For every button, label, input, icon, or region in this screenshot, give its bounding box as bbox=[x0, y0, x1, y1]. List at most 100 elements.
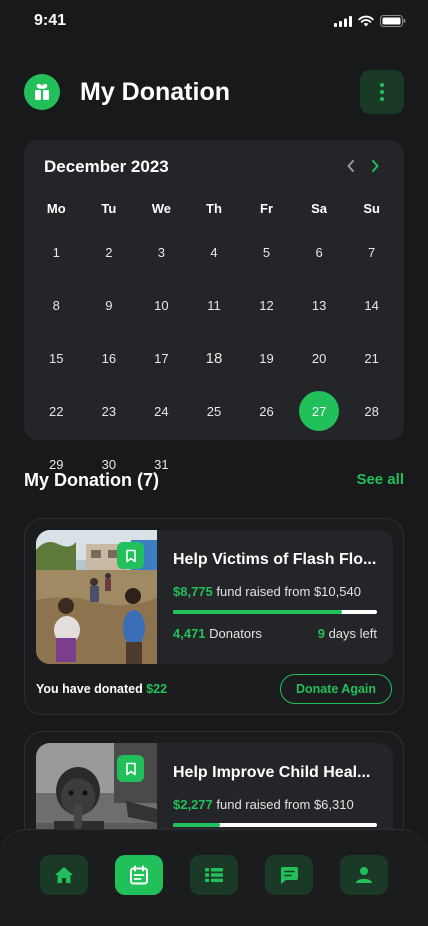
nav-list-button[interactable] bbox=[190, 855, 238, 895]
calendar-week: 1 2 3 4 5 6 7 bbox=[30, 232, 398, 272]
funding-progress-bar bbox=[173, 610, 377, 614]
calendar-day[interactable]: 9 bbox=[83, 285, 136, 325]
header: My Donation bbox=[24, 70, 404, 114]
campaign-summary[interactable]: Help Victims of Flash Flo... $8,775 fund… bbox=[36, 530, 393, 664]
you-donated-amount: $22 bbox=[146, 682, 168, 696]
more-vertical-icon bbox=[380, 83, 384, 87]
funding-progress-fill bbox=[173, 823, 220, 827]
calendar-day[interactable]: 3 bbox=[135, 232, 188, 272]
calendar-day[interactable]: 6 bbox=[293, 232, 346, 272]
fund-raised-info: $2,277 fund raised from $6,310 bbox=[173, 797, 354, 812]
battery-icon bbox=[380, 15, 406, 27]
chat-icon bbox=[280, 867, 298, 884]
calendar-day[interactable]: 7 bbox=[345, 232, 398, 272]
weekday-label: Fr bbox=[260, 200, 274, 216]
bottom-navigation bbox=[0, 829, 428, 926]
calendar-day[interactable]: 22 bbox=[30, 391, 83, 431]
calendar-day[interactable]: 11 bbox=[188, 285, 241, 325]
calendar-day[interactable]: 26 bbox=[240, 391, 293, 431]
calendar: December 2023 Mo Tu We Th Fr Sa Su 1 2 3… bbox=[24, 140, 404, 472]
calendar-day[interactable]: 13 bbox=[293, 285, 346, 325]
days-left: 9 days left bbox=[318, 626, 377, 641]
you-donated-label: You have donated bbox=[36, 682, 143, 696]
status-time: 9:41 bbox=[34, 12, 67, 29]
calendar-week: 8 9 10 11 12 13 14 bbox=[30, 285, 398, 325]
raised-text: fund raised from bbox=[216, 584, 311, 599]
campaign-title[interactable]: Help Improve Child Heal... bbox=[173, 764, 383, 782]
weekday-header-row: Mo Tu We Th Fr Sa Su bbox=[30, 192, 398, 224]
previous-month-button[interactable] bbox=[342, 156, 360, 176]
nav-chat-button[interactable] bbox=[265, 855, 313, 895]
bookmark-icon bbox=[125, 762, 136, 775]
weekday-label: Mo bbox=[46, 200, 66, 216]
bookmark-button[interactable] bbox=[117, 542, 144, 569]
goal-amount: $10,540 bbox=[313, 584, 361, 599]
calendar-day[interactable]: 18 bbox=[188, 338, 241, 378]
profile-icon bbox=[356, 867, 372, 883]
calendar-day-selected[interactable]: 27 bbox=[293, 391, 346, 431]
status-bar: 9:41 bbox=[0, 0, 428, 44]
calendar-week: 15 16 17 18 19 20 21 bbox=[30, 338, 398, 378]
weekday-label: Th bbox=[206, 200, 222, 216]
calendar-day-empty bbox=[240, 444, 293, 484]
weekday-label: We bbox=[151, 200, 172, 216]
nav-calendar-button[interactable] bbox=[115, 855, 163, 895]
calendar-day-empty bbox=[188, 444, 241, 484]
campaign-title[interactable]: Help Victims of Flash Flo... bbox=[173, 551, 383, 569]
calendar-day[interactable]: 23 bbox=[83, 391, 136, 431]
donators-number: 4,471 bbox=[173, 626, 206, 641]
status-icons bbox=[334, 15, 406, 27]
raised-amount: $2,277 bbox=[173, 797, 213, 812]
raised-amount: $8,775 bbox=[173, 584, 213, 599]
calendar-day[interactable]: 16 bbox=[83, 338, 136, 378]
next-month-button[interactable] bbox=[366, 156, 384, 176]
calendar-day[interactable]: 4 bbox=[188, 232, 241, 272]
more-options-button[interactable] bbox=[360, 70, 404, 114]
funding-progress-fill bbox=[173, 610, 343, 614]
days-number: 9 bbox=[317, 626, 325, 641]
home-icon bbox=[55, 867, 73, 883]
goal-amount: $6,310 bbox=[313, 797, 354, 812]
raised-text: fund raised from bbox=[216, 797, 311, 812]
fund-raised-info: $8,775 fund raised from $10,540 bbox=[173, 584, 361, 599]
nav-profile-button[interactable] bbox=[340, 855, 388, 895]
donators-count: 4,471 Donators bbox=[173, 626, 262, 641]
calendar-day[interactable]: 21 bbox=[345, 338, 398, 378]
calendar-day[interactable]: 10 bbox=[135, 285, 188, 325]
calendar-day[interactable]: 17 bbox=[135, 338, 188, 378]
funding-progress-bar bbox=[173, 823, 377, 827]
calendar-day[interactable]: 1 bbox=[30, 232, 83, 272]
calendar-icon bbox=[130, 865, 148, 885]
calendar-day[interactable]: 8 bbox=[30, 285, 83, 325]
wifi-icon bbox=[358, 15, 374, 27]
calendar-day[interactable]: 19 bbox=[240, 338, 293, 378]
calendar-day[interactable]: 28 bbox=[345, 391, 398, 431]
weekday-label: Su bbox=[363, 200, 380, 216]
bookmark-button[interactable] bbox=[117, 755, 144, 782]
donation-card[interactable]: Help Victims of Flash Flo... $8,775 fund… bbox=[24, 518, 404, 715]
calendar-day[interactable]: 2 bbox=[83, 232, 136, 272]
weekday-label: Tu bbox=[101, 200, 117, 216]
see-all-link[interactable]: See all bbox=[356, 471, 404, 488]
page-title: My Donation bbox=[80, 78, 230, 106]
donators-label: Donators bbox=[209, 626, 262, 641]
calendar-day[interactable]: 14 bbox=[345, 285, 398, 325]
chevron-left-icon bbox=[347, 160, 354, 172]
gift-heart-icon bbox=[35, 83, 49, 100]
calendar-day[interactable]: 24 bbox=[135, 391, 188, 431]
donate-again-button[interactable]: Donate Again bbox=[280, 674, 392, 704]
signal-icon bbox=[334, 15, 352, 27]
days-label: days left bbox=[328, 626, 377, 641]
calendar-day[interactable]: 12 bbox=[240, 285, 293, 325]
calendar-day[interactable]: 25 bbox=[188, 391, 241, 431]
nav-home-button[interactable] bbox=[40, 855, 88, 895]
calendar-day-empty bbox=[293, 444, 346, 484]
calendar-day[interactable]: 5 bbox=[240, 232, 293, 272]
chevron-right-icon bbox=[372, 160, 379, 172]
selected-day-marker: 27 bbox=[299, 391, 340, 431]
app-logo bbox=[24, 74, 60, 110]
weekday-label: Sa bbox=[311, 200, 328, 216]
calendar-grid: Mo Tu We Th Fr Sa Su 1 2 3 4 5 6 7 8 9 1… bbox=[30, 192, 398, 497]
calendar-day[interactable]: 15 bbox=[30, 338, 83, 378]
calendar-day[interactable]: 20 bbox=[293, 338, 346, 378]
